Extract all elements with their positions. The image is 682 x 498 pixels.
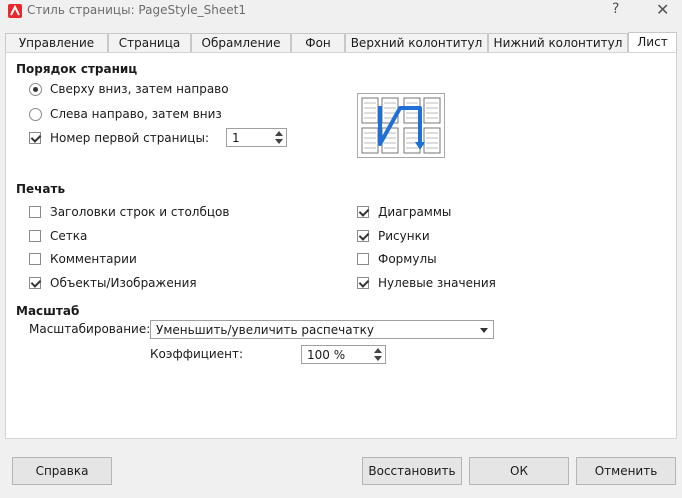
tab-management[interactable]: Управление (5, 33, 108, 52)
first-page-checkbox-control[interactable] (29, 132, 41, 144)
page-order-preview (357, 93, 445, 158)
print-grid-control[interactable] (29, 230, 41, 242)
page-order-title: Порядок страниц (16, 62, 138, 76)
cancel-button[interactable]: Отменить (576, 457, 676, 485)
scale-mode-value: Уменьшить/увеличить распечатку (156, 323, 374, 337)
radio-left-right-control[interactable] (29, 107, 42, 121)
radio-left-right-label: Слева направо, затем вниз (50, 107, 222, 121)
scale-title: Масштаб (16, 304, 80, 318)
help-icon[interactable]: ? (612, 1, 619, 17)
print-formulas-checkbox[interactable]: Формулы (357, 251, 437, 267)
print-headers-checkbox[interactable]: Заголовки строк и столбцов (29, 204, 229, 220)
print-charts-label: Диаграммы (378, 205, 452, 219)
radio-top-down-label: Сверху вниз, затем направо (50, 82, 229, 96)
stepper-arrows[interactable] (274, 130, 284, 145)
close-icon[interactable]: ✕ (656, 0, 669, 19)
print-charts-control[interactable] (357, 206, 369, 218)
scale-stepper-down-icon[interactable] (374, 356, 382, 361)
ok-button[interactable]: ОК (469, 457, 569, 485)
scale-stepper-arrows[interactable] (373, 347, 383, 362)
print-drawings-control[interactable] (357, 230, 369, 242)
first-page-number-value: 1 (232, 131, 240, 145)
tab-borders[interactable]: Обрамление (191, 33, 291, 52)
print-drawings-checkbox[interactable]: Рисунки (357, 228, 430, 244)
print-grid-checkbox[interactable]: Сетка (29, 228, 87, 244)
print-grid-label: Сетка (50, 229, 88, 243)
first-page-number-stepper[interactable]: 1 (226, 128, 287, 147)
tab-footer[interactable]: Нижний колонтитул (488, 33, 628, 52)
scale-factor-value: 100 % (307, 348, 346, 362)
print-headers-control[interactable] (29, 206, 41, 218)
scale-mode-select[interactable]: Уменьшить/увеличить распечатку (150, 320, 494, 339)
print-zero-values-control[interactable] (357, 277, 369, 289)
first-page-checkbox[interactable]: Номер первой страницы: (29, 130, 209, 146)
scale-factor-label: Коэффициент: (150, 347, 243, 361)
libreoffice-calc-icon (8, 4, 22, 18)
tab-background[interactable]: Фон (291, 33, 345, 52)
reset-button[interactable]: Восстановить (362, 457, 462, 485)
title-bar: Стиль страницы: PageStyle_Sheet1 ? ✕ (0, 0, 682, 22)
print-objects-checkbox[interactable]: Объекты/Изображения (29, 275, 197, 291)
radio-top-down-control[interactable] (29, 82, 42, 96)
print-headers-label: Заголовки строк и столбцов (50, 205, 230, 219)
print-objects-control[interactable] (29, 277, 41, 289)
scale-stepper-up-icon[interactable] (374, 348, 382, 353)
first-page-label: Номер первой страницы: (50, 131, 209, 145)
print-zero-values-label: Нулевые значения (378, 276, 496, 290)
stepper-down-icon[interactable] (275, 139, 283, 144)
print-comments-label: Комментарии (50, 252, 137, 266)
help-button[interactable]: Справка (12, 457, 112, 485)
window-title: Стиль страницы: PageStyle_Sheet1 (27, 3, 246, 17)
print-objects-label: Объекты/Изображения (50, 276, 197, 290)
print-comments-control[interactable] (29, 253, 41, 265)
print-zero-values-checkbox[interactable]: Нулевые значения (357, 275, 496, 291)
page-order-preview-graphic (361, 97, 441, 154)
tab-header[interactable]: Верхний колонтитул (345, 33, 488, 52)
scale-mode-label: Масштабирование: (29, 322, 151, 336)
print-title: Печать (16, 182, 66, 196)
tab-page[interactable]: Страница (108, 33, 191, 52)
stepper-up-icon[interactable] (275, 131, 283, 136)
chevron-down-icon[interactable] (480, 328, 488, 333)
print-formulas-label: Формулы (378, 252, 437, 266)
print-comments-checkbox[interactable]: Комментарии (29, 251, 137, 267)
print-drawings-label: Рисунки (378, 229, 430, 243)
tab-sheet[interactable]: Лист (628, 32, 677, 53)
print-charts-checkbox[interactable]: Диаграммы (357, 204, 451, 220)
print-formulas-control[interactable] (357, 253, 369, 265)
scale-factor-stepper[interactable]: 100 % (301, 345, 386, 364)
radio-top-down[interactable]: Сверху вниз, затем направо (29, 81, 229, 97)
radio-left-right[interactable]: Слева направо, затем вниз (29, 106, 222, 122)
